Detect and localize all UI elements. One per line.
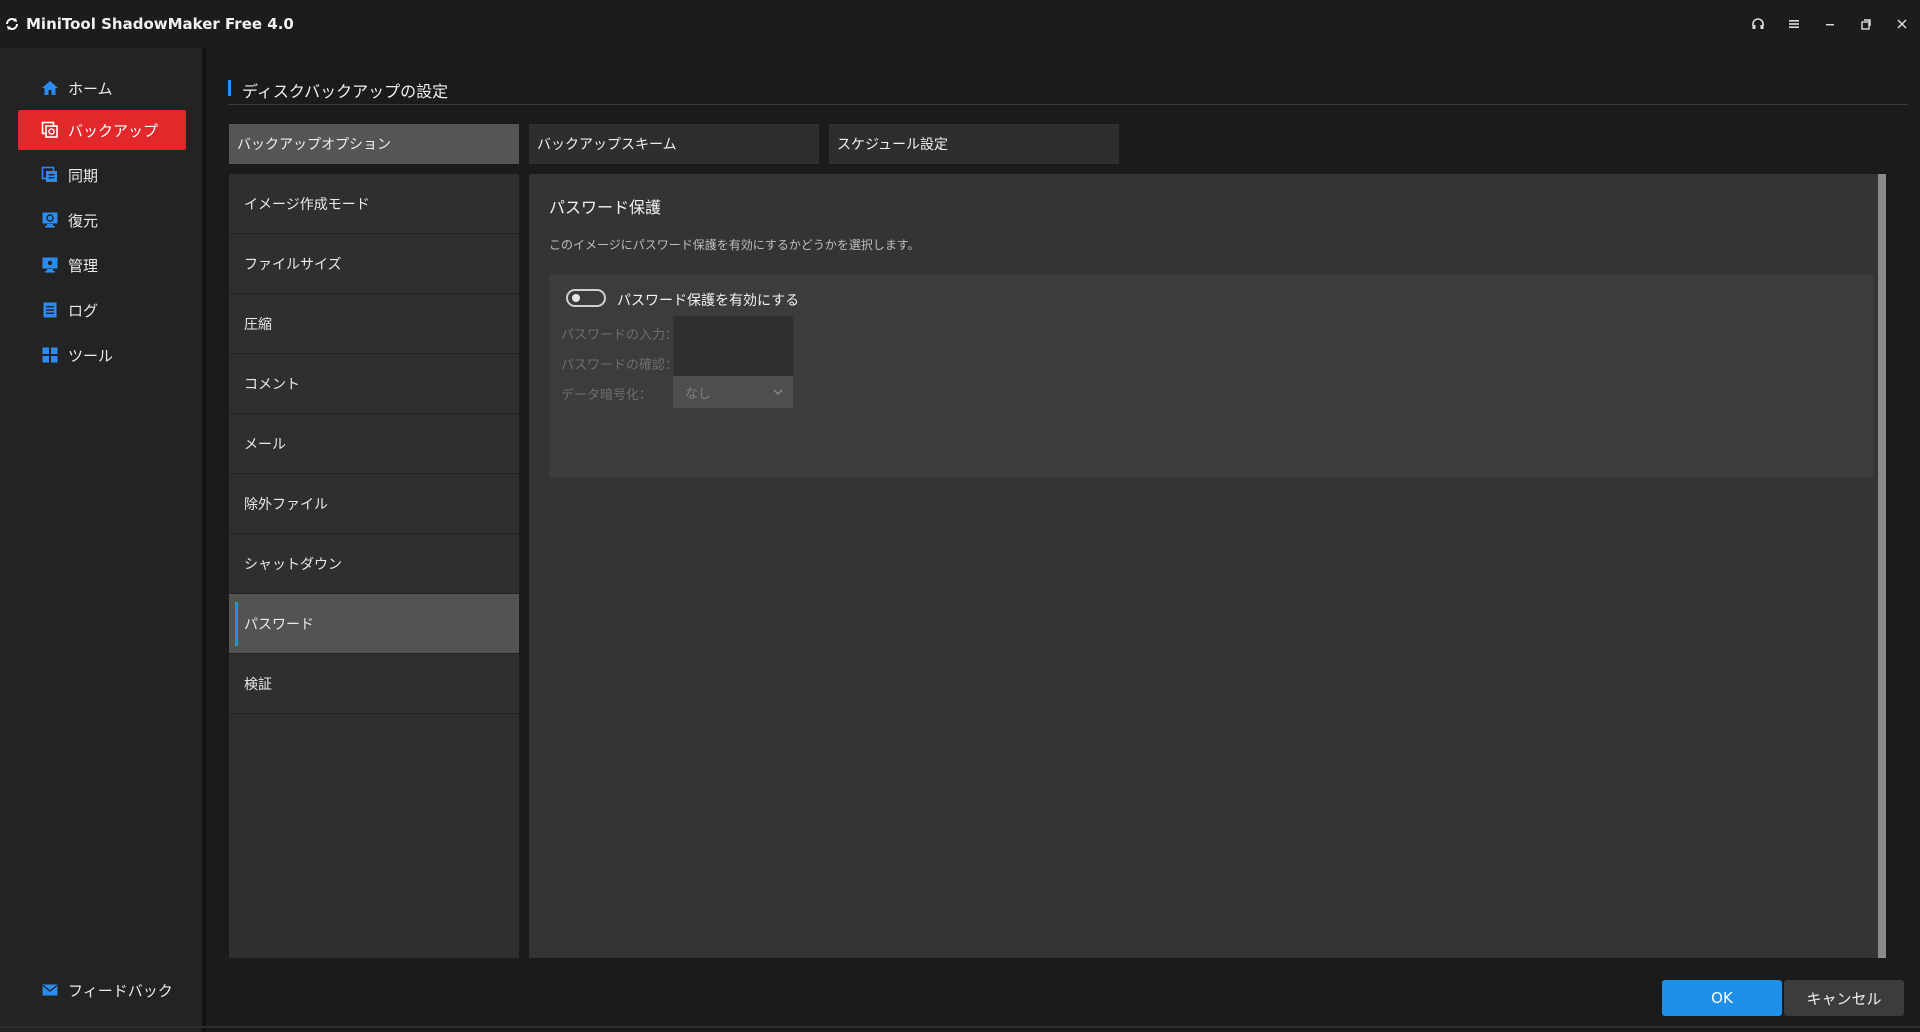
chevron-down-icon xyxy=(771,385,785,399)
encryption-value: なし xyxy=(685,386,712,402)
option-label: シャットダウン xyxy=(244,556,342,573)
nav-sync[interactable]: 同期 xyxy=(18,155,186,195)
option-compression[interactable]: 圧縮 xyxy=(229,294,519,354)
option-shutdown[interactable]: シャットダウン xyxy=(229,534,519,594)
mail-icon xyxy=(40,980,60,1000)
tab-backup-scheme[interactable]: バックアップスキーム xyxy=(529,124,819,164)
option-label: 除外ファイル xyxy=(244,496,328,513)
confirm-field-label: パスワードの確認： xyxy=(561,358,679,373)
tab-schedule-label: スケジュール設定 xyxy=(837,137,949,153)
tools-icon xyxy=(40,345,60,365)
option-label: ファイルサイズ xyxy=(244,256,342,273)
sync-icon xyxy=(40,165,60,185)
active-indicator xyxy=(235,602,238,646)
nav-manage[interactable]: 管理 xyxy=(18,245,186,285)
header-accent-bar xyxy=(228,80,231,96)
tab-backup-scheme-label: バックアップスキーム xyxy=(537,137,677,153)
nav-backup[interactable]: バックアップ xyxy=(18,110,186,150)
menu-icon[interactable] xyxy=(1776,0,1812,48)
password-settings-box: パスワード保護を有効にする パスワードの入力： パスワードの確認： データ暗号化… xyxy=(549,274,1874,478)
option-label: 検証 xyxy=(244,676,272,693)
confirm-row: パスワードの確認： xyxy=(561,346,861,378)
tab-backup-options-label: バックアップオプション xyxy=(237,137,391,153)
option-file-size[interactable]: ファイルサイズ xyxy=(229,234,519,294)
scrollbar[interactable] xyxy=(1878,174,1886,958)
nav-home-label: ホーム xyxy=(68,79,113,98)
feedback-label: フィードバック xyxy=(68,981,173,1000)
page-header: ディスクバックアップの設定 xyxy=(228,78,1908,105)
log-icon xyxy=(40,300,60,320)
options-list: イメージ作成モード ファイルサイズ 圧縮 コメント メール 除外ファイル シャッ… xyxy=(229,174,519,958)
tab-schedule[interactable]: スケジュール設定 xyxy=(829,124,1119,164)
title-bar: MiniTool ShadowMaker Free 4.0 xyxy=(0,0,1920,48)
manage-icon xyxy=(40,255,60,275)
option-image-mode[interactable]: イメージ作成モード xyxy=(229,174,519,234)
restore-icon xyxy=(40,210,60,230)
page-title: ディスクバックアップの設定 xyxy=(242,82,449,101)
nav-log-label: ログ xyxy=(68,301,99,320)
nav-log[interactable]: ログ xyxy=(18,290,186,330)
option-comment[interactable]: コメント xyxy=(229,354,519,414)
encryption-row: データ暗号化： なし xyxy=(561,376,861,408)
option-password[interactable]: パスワード xyxy=(229,594,519,654)
feedback-button[interactable]: フィードバック xyxy=(18,970,186,1010)
password-toggle[interactable] xyxy=(566,289,606,307)
home-icon xyxy=(40,78,60,98)
option-label: メール xyxy=(244,436,286,453)
option-exclude-files[interactable]: 除外ファイル xyxy=(229,474,519,534)
option-label: パスワード xyxy=(244,616,314,633)
password-row: パスワードの入力： xyxy=(561,316,861,348)
tab-backup-options[interactable]: バックアップオプション xyxy=(229,124,519,164)
password-field-label: パスワードの入力： xyxy=(561,328,679,343)
window-bottom-border xyxy=(0,1026,1920,1028)
option-email[interactable]: メール xyxy=(229,414,519,474)
option-label: イメージ作成モード xyxy=(244,196,370,213)
nav-tools[interactable]: ツール xyxy=(18,335,186,375)
nav-restore-label: 復元 xyxy=(68,211,99,230)
nav-backup-label: バックアップ xyxy=(68,121,159,140)
nav-home[interactable]: ホーム xyxy=(18,68,186,108)
option-label: 圧縮 xyxy=(244,316,272,333)
nav-restore[interactable]: 復元 xyxy=(18,200,186,240)
ok-button[interactable]: OK xyxy=(1662,980,1782,1016)
close-icon[interactable] xyxy=(1884,0,1920,48)
restore-icon[interactable] xyxy=(1848,0,1884,48)
headset-icon[interactable] xyxy=(1740,0,1776,48)
option-verify[interactable]: 検証 xyxy=(229,654,519,714)
password-field[interactable] xyxy=(673,316,793,348)
encryption-label: データ暗号化： xyxy=(561,388,653,403)
nav-tools-label: ツール xyxy=(68,346,114,365)
toggle-knob xyxy=(572,294,580,302)
main-area: ディスクバックアップの設定 バックアップオプション バックアップスキーム スケジ… xyxy=(206,48,1920,1032)
app-logo-icon xyxy=(2,14,22,34)
window-controls xyxy=(1740,0,1920,48)
nav-manage-label: 管理 xyxy=(68,256,99,275)
cancel-button[interactable]: キャンセル xyxy=(1784,980,1904,1016)
password-panel: パスワード保護 このイメージにパスワード保護を有効にするかどうかを選択します。 … xyxy=(529,174,1886,958)
password-toggle-label: パスワード保護を有効にする xyxy=(617,293,800,309)
nav-sync-label: 同期 xyxy=(68,166,99,185)
section-title: パスワード保護 xyxy=(549,198,662,217)
sidebar: ホーム バックアップ 同期 復元 管理 ログ ツール フィードバック xyxy=(0,48,202,1032)
app-title: MiniTool ShadowMaker Free 4.0 xyxy=(26,15,294,33)
section-description: このイメージにパスワード保護を有効にするかどうかを選択します。 xyxy=(549,238,920,252)
minimize-icon[interactable] xyxy=(1812,0,1848,48)
backup-icon xyxy=(40,120,60,140)
option-label: コメント xyxy=(244,376,300,393)
confirm-password-field[interactable] xyxy=(673,346,793,378)
encryption-select[interactable]: なし xyxy=(673,376,793,408)
